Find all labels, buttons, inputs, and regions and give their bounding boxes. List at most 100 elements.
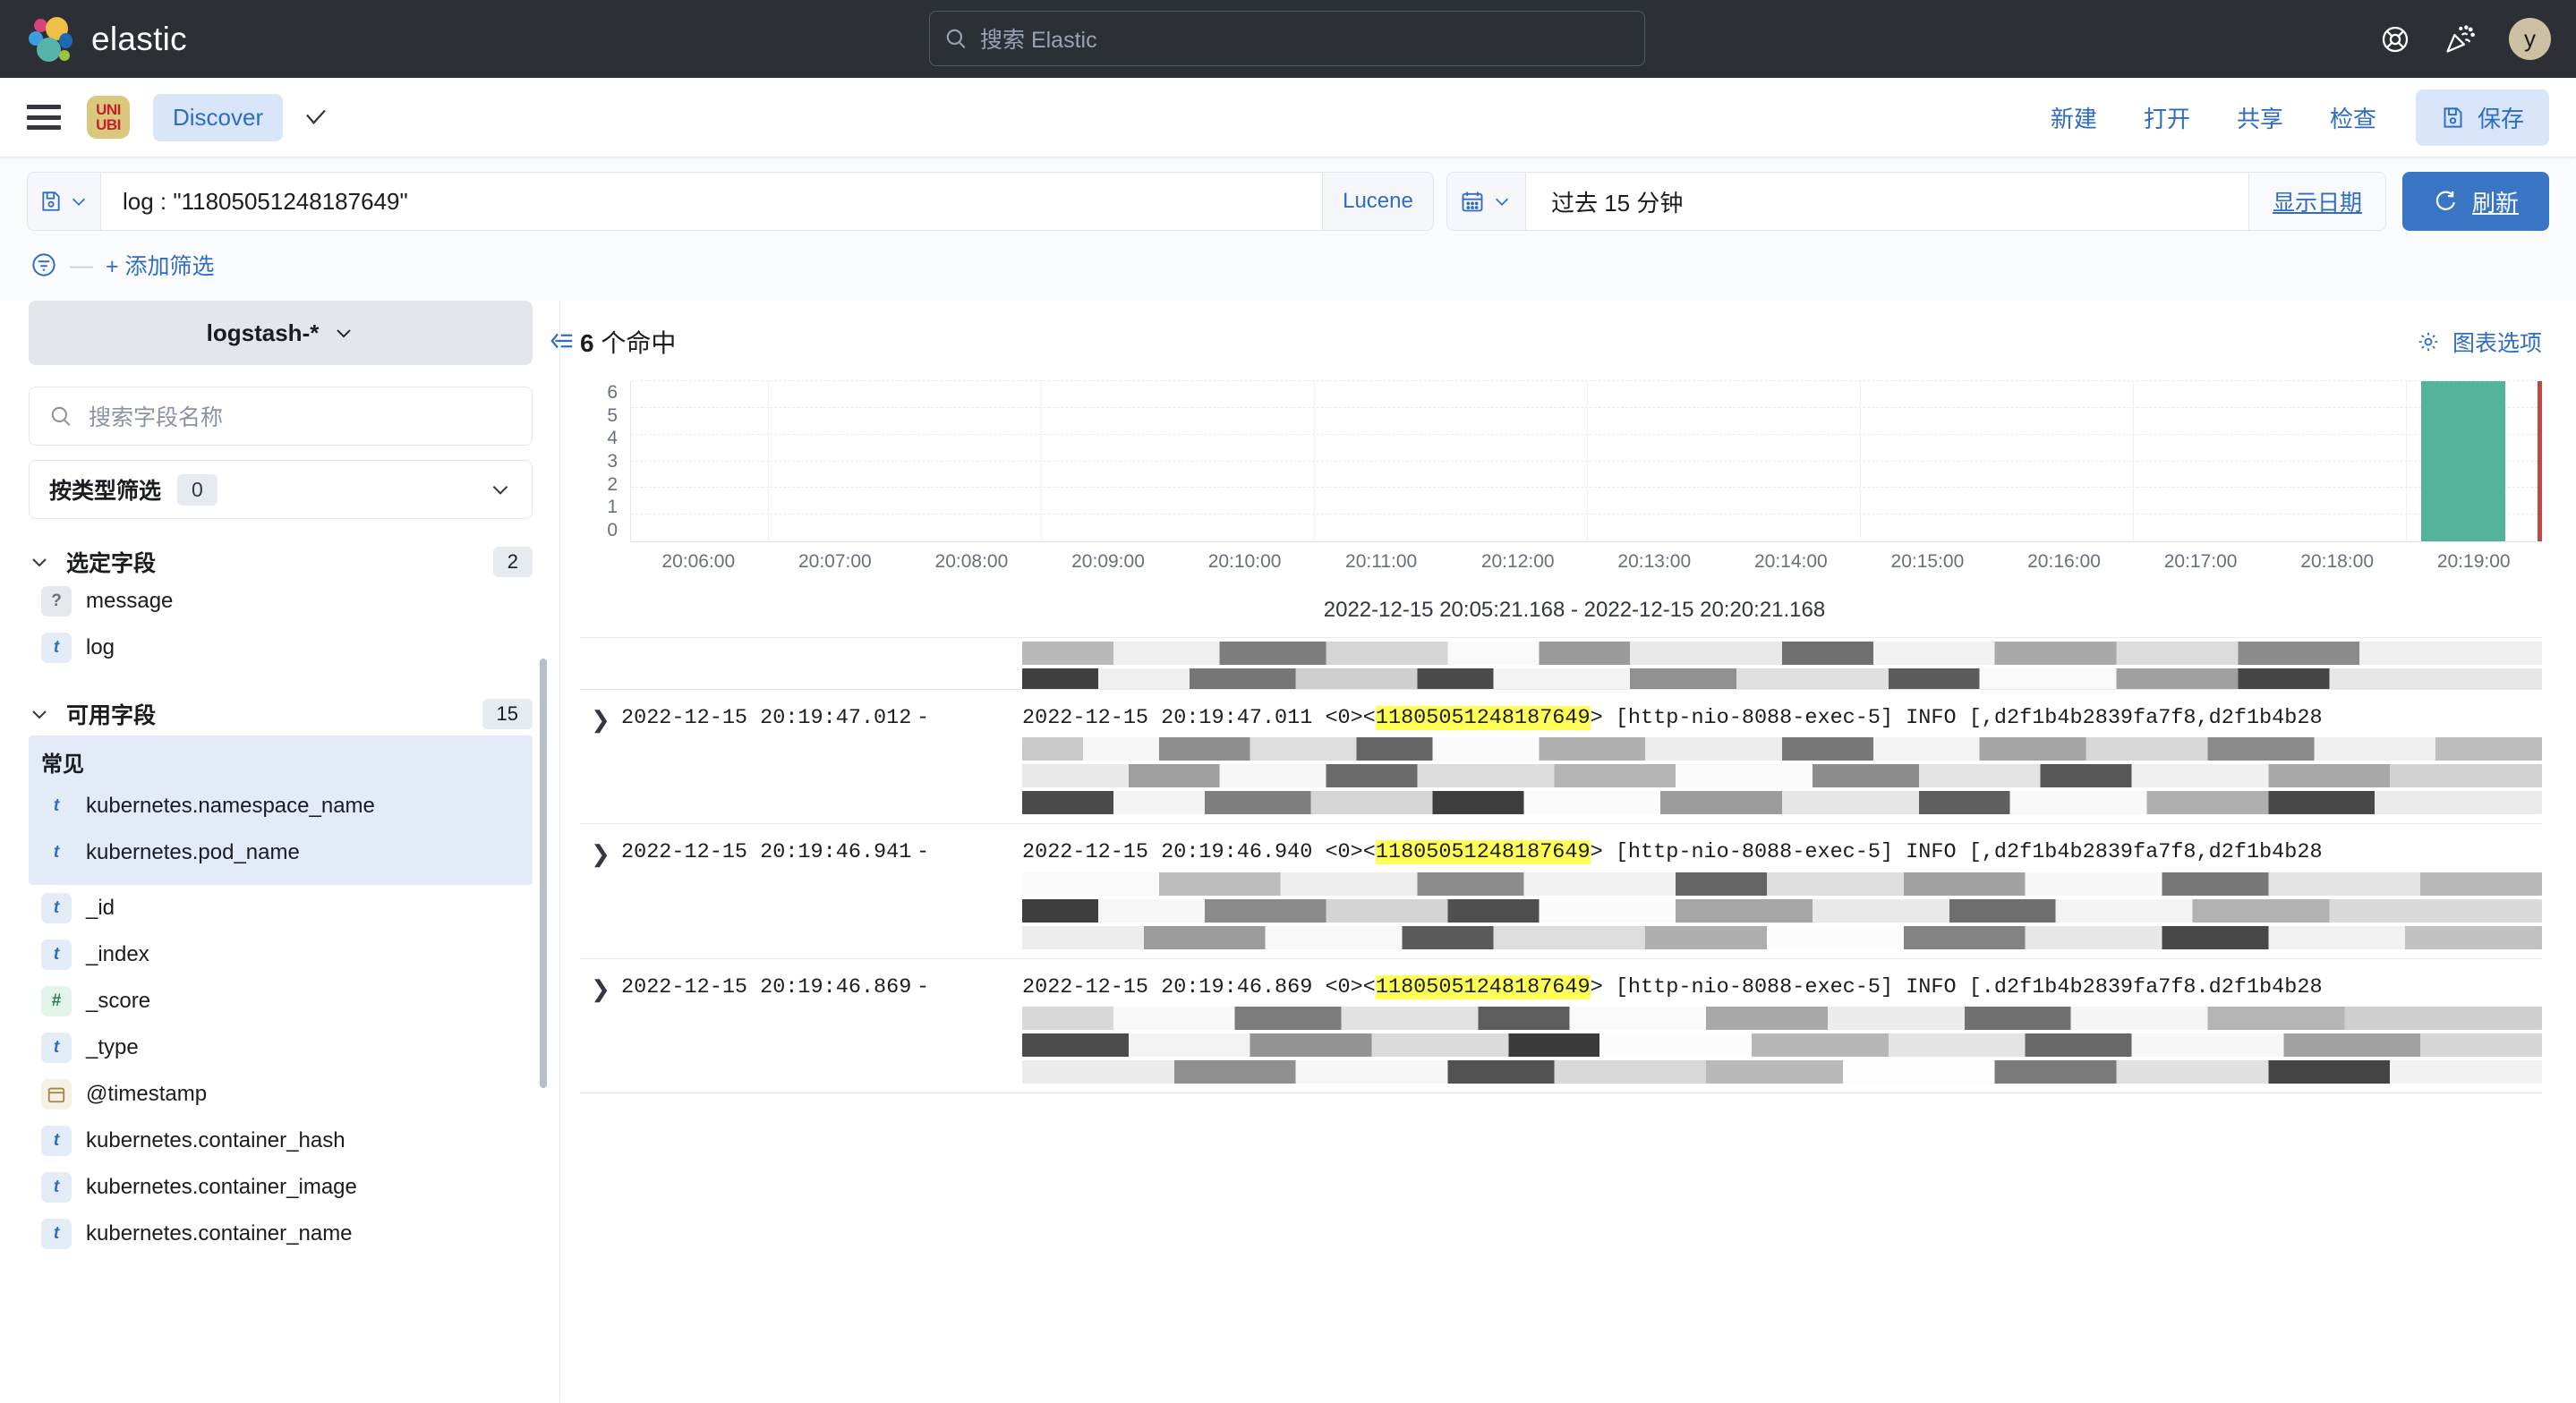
table-row[interactable] — [580, 638, 2542, 690]
chart-time-range-subtitle: 2022-12-15 20:05:21.168 - 2022-12-15 20:… — [1323, 598, 1826, 622]
date-quick-select-button[interactable] — [1446, 173, 1526, 230]
documents-table: ❯ 2022-12-15 20:19:47.012 - 2022-12-15 2… — [580, 637, 2542, 1401]
field-item[interactable]: t kubernetes.container_hash — [29, 1118, 533, 1164]
query-input[interactable]: log : "11805051248187649" — [101, 173, 1322, 230]
save-disk-icon — [2441, 106, 2465, 130]
search-icon — [51, 406, 71, 427]
elastic-brand[interactable]: elastic — [0, 16, 187, 63]
selected-fields-count: 2 — [492, 547, 533, 577]
expand-row-icon[interactable] — [580, 638, 621, 689]
field-item[interactable]: t kubernetes.container_image — [29, 1164, 533, 1211]
x-tick: 20:14:00 — [1753, 551, 1828, 572]
field-type-date-icon — [41, 1079, 72, 1110]
show-dates-button[interactable]: 显示日期 — [2248, 173, 2385, 230]
chevron-down-icon — [492, 486, 508, 495]
field-item[interactable]: t _id — [29, 885, 533, 931]
field-item[interactable]: t kubernetes.namespace_name — [29, 783, 533, 829]
table-row[interactable]: ❯ 2022-12-15 20:19:46.941 - 2022-12-15 2… — [580, 824, 2542, 959]
filter-list-icon[interactable] — [30, 251, 57, 278]
check-icon[interactable] — [303, 104, 329, 131]
field-type-string-icon: t — [41, 838, 72, 868]
field-item[interactable]: t _type — [29, 1025, 533, 1071]
field-item[interactable]: t log — [29, 625, 533, 671]
doc-message — [1022, 638, 2542, 689]
field-item[interactable]: # _score — [29, 978, 533, 1025]
new-button[interactable]: 新建 — [2027, 101, 2120, 134]
field-type-string-icon: t — [41, 1033, 72, 1063]
doc-message-prefix: 2022-12-15 20:19:46.940 <0>< — [1022, 840, 1376, 865]
expand-row-icon[interactable]: ❯ — [580, 837, 621, 948]
collapse-left-icon[interactable] — [549, 327, 576, 354]
field-type-string-icon: t — [41, 791, 72, 821]
doc-message-suffix: > [http-nio-8088-exec-5] INFO [.d2f1b4b2… — [1590, 974, 2323, 999]
table-row[interactable]: ❯ 2022-12-15 20:19:46.869 - 2022-12-15 2… — [580, 959, 2542, 1093]
refresh-label: 刷新 — [2471, 189, 2519, 217]
field-item[interactable]: ? message — [29, 578, 533, 625]
y-tick: 5 — [607, 404, 618, 426]
field-search-placeholder: 搜索字段名称 — [89, 405, 224, 430]
field-type-string-icon: t — [41, 940, 72, 970]
y-tick: 0 — [607, 519, 618, 540]
avatar[interactable]: y — [2509, 18, 2551, 60]
add-filter-button[interactable]: + 添加筛选 — [106, 249, 215, 281]
life-ring-icon[interactable] — [2380, 24, 2410, 55]
chart-end-marker — [2538, 381, 2542, 541]
saved-query-button[interactable] — [28, 173, 101, 230]
field-type-string-icon: t — [41, 1126, 72, 1156]
field-type-string-icon: t — [41, 1219, 72, 1249]
chart-bar[interactable] — [2420, 381, 2506, 541]
breadcrumb-discover[interactable]: Discover — [153, 93, 284, 141]
selected-fields-label: 选定字段 — [66, 551, 157, 576]
expand-row-icon[interactable]: ❯ — [580, 702, 621, 814]
index-pattern-selector[interactable]: logstash-* — [29, 301, 533, 365]
chart-plot-area — [630, 380, 2542, 542]
field-type-unknown-icon: ? — [41, 586, 72, 616]
chart-options-button[interactable]: 图表选项 — [2417, 326, 2542, 358]
field-search-input[interactable]: 搜索字段名称 — [29, 387, 533, 446]
confetti-icon[interactable] — [2444, 24, 2475, 55]
field-name: @timestamp — [86, 1082, 208, 1106]
expand-row-icon[interactable]: ❯ — [580, 972, 621, 1084]
field-name: log — [86, 635, 115, 659]
open-button[interactable]: 打开 — [2120, 101, 2213, 134]
inspect-button[interactable]: 检查 — [2307, 101, 2400, 134]
field-sidebar: logstash-* 搜索字段名称 按类型筛选 0 选定字段 2 ? messa… — [0, 301, 573, 1401]
hamburger-icon[interactable] — [27, 105, 61, 130]
x-tick: 20:10:00 — [1207, 551, 1282, 572]
y-tick: 2 — [607, 473, 618, 495]
date-picker: 过去 15 分钟 显示日期 — [1446, 172, 2386, 231]
selected-fields-header[interactable]: 选定字段 2 — [29, 546, 533, 578]
available-fields-header[interactable]: 可用字段 15 — [29, 698, 533, 730]
field-item[interactable]: t _index — [29, 931, 533, 978]
save-button[interactable]: 保存 — [2415, 89, 2549, 146]
share-button[interactable]: 共享 — [2213, 101, 2307, 134]
field-item[interactable]: t kubernetes.pod_name — [29, 829, 533, 876]
save-disk-icon — [42, 191, 60, 211]
discover-main: 6 个命中 图表选项 0 1 2 3 4 5 6 20:06:00 20:07:… — [559, 301, 2576, 1401]
calendar-icon — [1463, 191, 1483, 212]
query-input-wrapper: log : "11805051248187649" Lucene — [27, 172, 1434, 231]
chevron-down-icon — [32, 710, 47, 719]
topbar-actions: y — [2380, 0, 2551, 78]
x-tick: 20:11:00 — [1345, 551, 1418, 572]
field-item[interactable]: @timestamp — [29, 1071, 533, 1118]
chart-plot: 0 1 2 3 4 5 6 — [580, 380, 2542, 542]
histogram-chart[interactable]: 0 1 2 3 4 5 6 20:06:00 20:07:00 20:08:00 20… — [560, 369, 2576, 623]
refresh-button[interactable]: 刷新 — [2401, 172, 2549, 231]
available-fields-count: 15 — [482, 699, 533, 729]
query-language-button[interactable]: Lucene — [1321, 173, 1433, 230]
field-type-filter[interactable]: 按类型筛选 0 — [29, 460, 533, 519]
chevron-down-icon — [1496, 198, 1509, 206]
refresh-icon — [2435, 191, 2455, 210]
field-item[interactable]: t kubernetes.container_name — [29, 1211, 533, 1257]
chart-gridline — [1586, 381, 1588, 541]
space-logo-line2: UBI — [96, 116, 121, 133]
table-row[interactable]: ❯ 2022-12-15 20:19:47.012 - 2022-12-15 2… — [580, 690, 2542, 825]
date-range-value[interactable]: 过去 15 分钟 — [1526, 173, 2248, 230]
selected-fields-list: ? message t log — [29, 578, 533, 671]
x-tick: 20:16:00 — [2027, 551, 2101, 572]
field-type-filter-label: 按类型筛选 — [49, 479, 162, 504]
global-search-input[interactable]: 搜索 Elastic — [929, 11, 1645, 66]
space-logo[interactable]: UNI UBI — [87, 96, 130, 139]
sidebar-scrollbar[interactable] — [540, 659, 547, 1088]
